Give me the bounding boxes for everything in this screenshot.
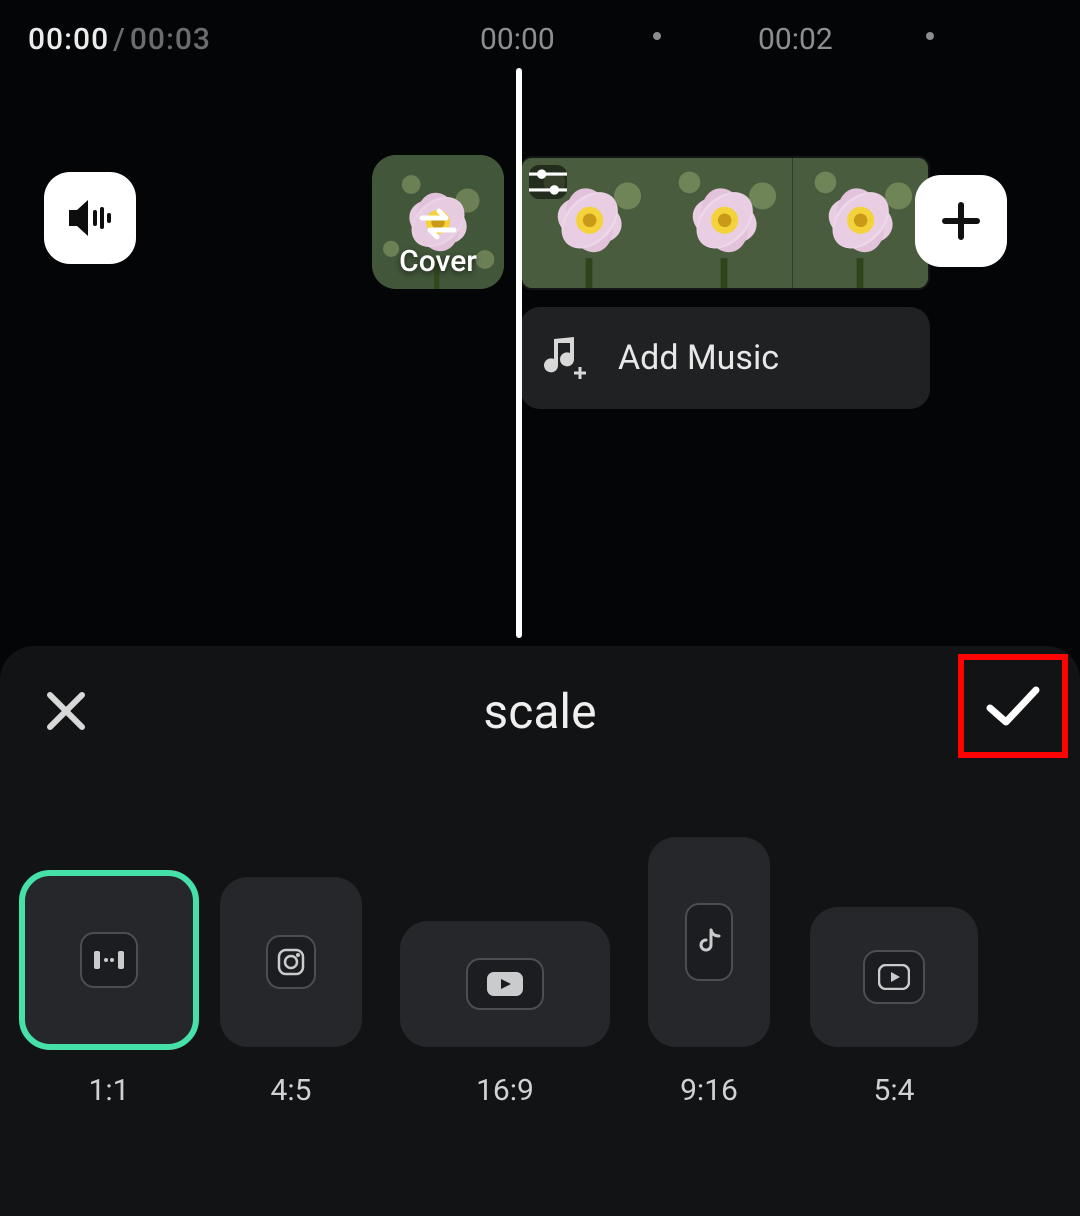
ruler-dot <box>653 32 661 40</box>
add-music-button[interactable]: Add Music <box>520 307 930 409</box>
cover-button[interactable]: Cover <box>372 155 504 289</box>
ratio-option-5-4[interactable]: 5:4 <box>810 907 978 1108</box>
volume-icon <box>65 196 115 240</box>
swap-icon <box>416 206 460 242</box>
playhead[interactable] <box>516 68 522 638</box>
square-icon <box>93 950 125 970</box>
music-plus-icon <box>544 337 590 379</box>
close-icon <box>44 689 88 733</box>
ratio-label: 5:4 <box>874 1073 915 1108</box>
cover-label: Cover <box>399 244 477 279</box>
clip-frame <box>657 158 792 288</box>
ruler-dot <box>926 32 934 40</box>
ratio-option-16-9[interactable]: 16:9 <box>400 921 610 1108</box>
ratio-label: 16:9 <box>476 1073 534 1108</box>
youtube-icon <box>486 971 524 997</box>
ratio-option-9-16[interactable]: 9:16 <box>648 837 770 1108</box>
check-icon <box>984 682 1042 730</box>
tiktok-icon <box>697 928 721 956</box>
clip-track[interactable] <box>520 156 930 290</box>
ratio-label: 4:5 <box>271 1073 312 1108</box>
ratio-label: 9:16 <box>680 1073 738 1108</box>
add-clip-button[interactable] <box>915 175 1007 267</box>
close-button[interactable] <box>44 689 88 733</box>
aspect-ratio-list: 1:1 4:5 16:9 9:16 <box>0 816 1080 1216</box>
panel-title: scale <box>483 683 596 740</box>
playhead-time: 00:00 <box>28 22 109 57</box>
ratio-label: 1:1 <box>89 1073 130 1108</box>
ruler-tick-2: 00:02 <box>758 22 833 57</box>
add-music-label: Add Music <box>618 338 779 378</box>
ruler-tick-0: 00:00 <box>480 22 555 57</box>
clip-frame <box>793 158 928 288</box>
scale-panel: scale 1:1 4:5 16:9 <box>0 646 1080 1216</box>
adjust-icon[interactable] <box>529 165 567 199</box>
ratio-option-1-1[interactable]: 1:1 <box>22 873 196 1108</box>
clip-frame <box>522 158 657 288</box>
plus-icon <box>939 199 983 243</box>
volume-button[interactable] <box>44 172 136 264</box>
instagram-icon <box>277 948 305 976</box>
play-icon <box>878 964 910 990</box>
confirm-button[interactable] <box>958 654 1068 758</box>
duration: 00:03 <box>130 22 211 57</box>
ratio-option-4-5[interactable]: 4:5 <box>220 877 362 1108</box>
current-time-display: 00:00/00:03 <box>28 22 211 57</box>
